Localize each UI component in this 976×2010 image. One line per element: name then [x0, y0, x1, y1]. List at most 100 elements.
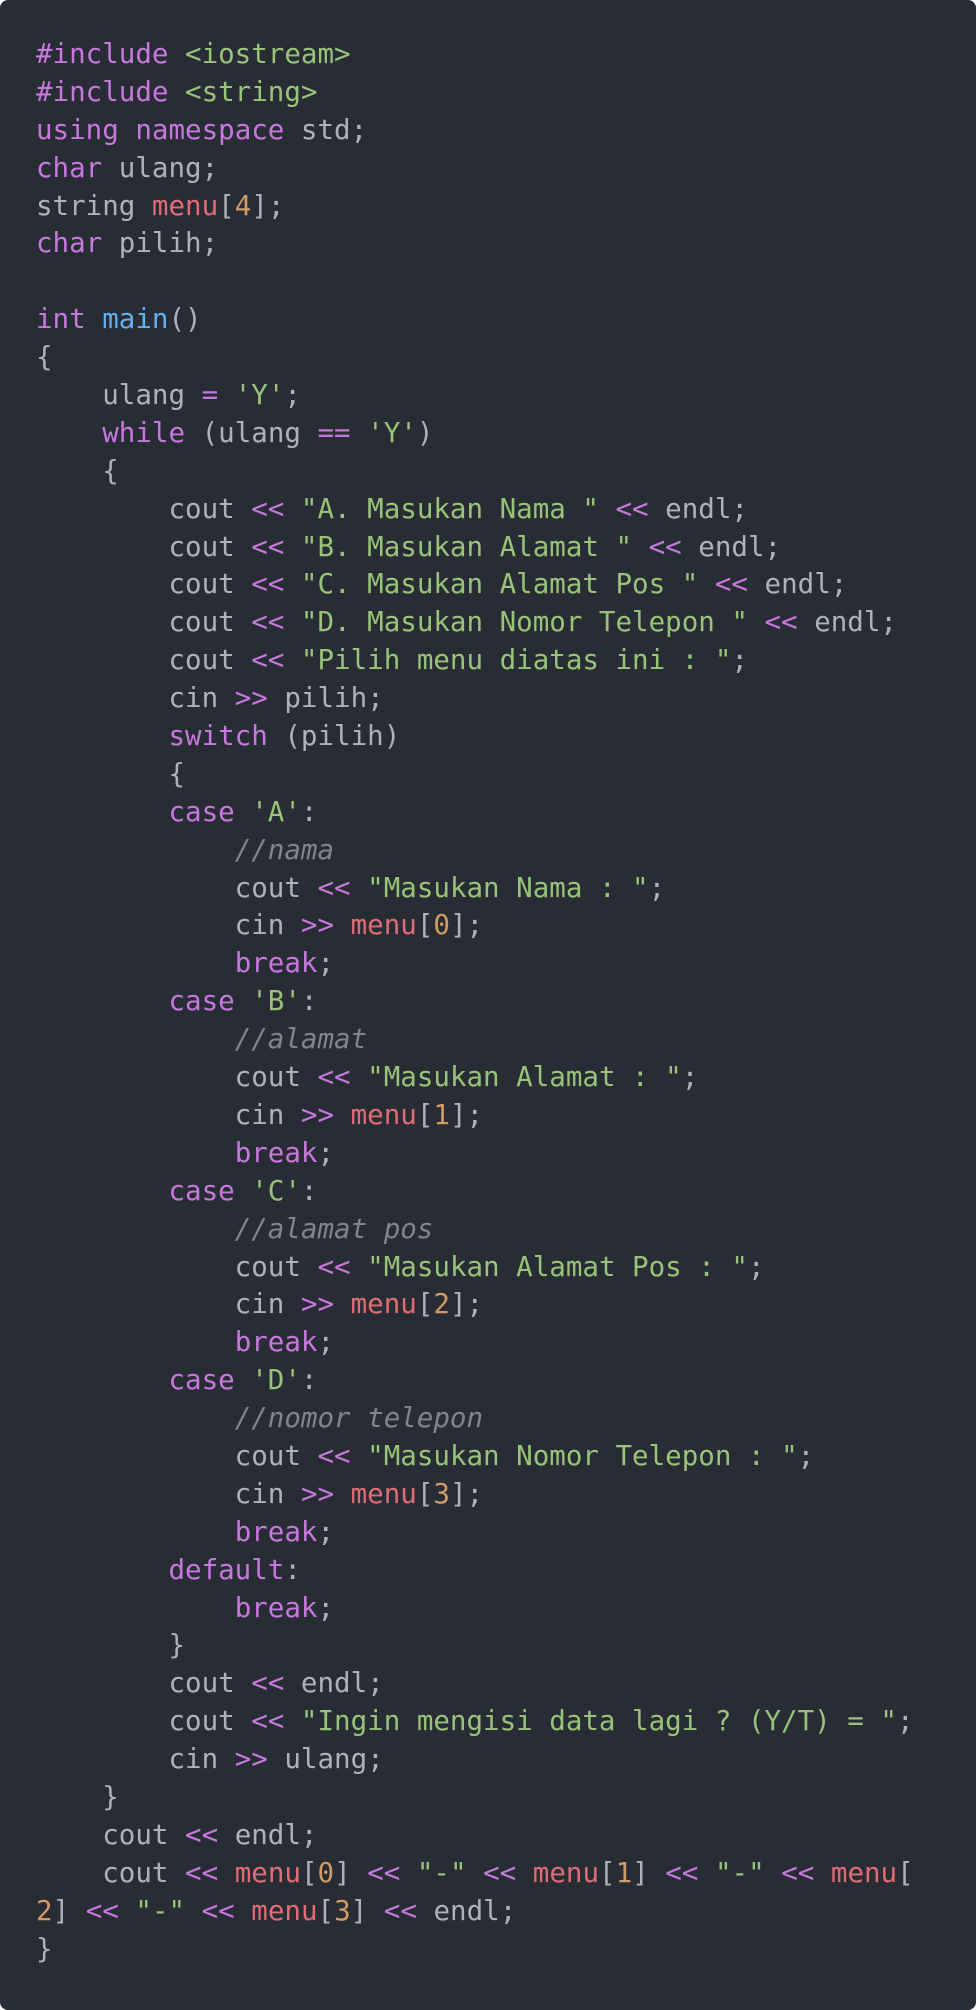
code-token: >>: [300, 1098, 335, 1131]
code-token: endl;: [797, 606, 897, 639]
code-line: while (ulang == 'Y'): [36, 415, 956, 453]
code-token: case: [168, 1364, 235, 1397]
code-token: cout: [36, 530, 252, 563]
code-token: ulang;: [267, 1743, 384, 1776]
code-token: [: [317, 1894, 335, 1927]
code-token: <<: [251, 568, 285, 601]
code-token: 3: [433, 1477, 450, 1510]
code-token: :: [300, 1174, 318, 1207]
code-token: "Ingin mengisi data lagi ? (Y/T) = ": [300, 1705, 897, 1738]
code-token: cout: [36, 1250, 318, 1283]
code-token: ;: [284, 379, 301, 412]
code-line: ulang = 'Y';: [36, 377, 956, 415]
code-line: cout << "A. Masukan Nama " << endl;: [36, 491, 956, 529]
code-token: 4: [234, 189, 252, 222]
code-token: (): [168, 303, 202, 336]
code-token: namespace: [135, 113, 285, 146]
code-token: ;: [317, 1136, 335, 1169]
code-token: "C. Masukan Alamat Pos ": [300, 568, 699, 601]
code-token: ];: [449, 1098, 484, 1131]
code-token: cin: [36, 1477, 301, 1510]
code-token: #include: [36, 75, 169, 108]
code-line: cout << "Masukan Alamat Pos : ";: [36, 1249, 956, 1287]
code-token: 'D': [251, 1364, 301, 1397]
code-token: 'A': [251, 795, 301, 828]
code-token: //nomor telepon: [234, 1402, 484, 1435]
code-token: <<: [251, 1705, 285, 1738]
code-token: cout: [36, 1818, 186, 1851]
code-line: switch (pilih): [36, 718, 956, 756]
code-token: ]: [52, 1894, 86, 1927]
code-token: //alamat: [234, 1023, 368, 1056]
code-token: >>: [300, 909, 335, 942]
code-line: //nomor telepon: [36, 1400, 956, 1438]
code-token: case: [168, 985, 235, 1018]
code-token: <<: [781, 1856, 815, 1889]
code-token: {: [36, 454, 119, 487]
code-token: 0: [317, 1856, 335, 1889]
code-token: cout: [36, 1061, 318, 1094]
code-line: cout << "Masukan Alamat : ";: [36, 1059, 956, 1097]
code-token: cout: [36, 1439, 318, 1472]
code-token: <<: [251, 644, 285, 677]
code-token: [: [218, 189, 235, 222]
code-token: :: [300, 1364, 318, 1397]
code-token: switch: [168, 720, 268, 753]
code-token: cout: [36, 1856, 186, 1889]
code-token: "Masukan Alamat Pos : ": [367, 1250, 748, 1283]
code-token: "B. Masukan Alamat ": [300, 530, 633, 563]
code-token: menu: [350, 909, 417, 942]
code-token: }: [36, 1629, 186, 1662]
code-line: cin >> menu[0];: [36, 907, 956, 945]
code-token: <<: [185, 1856, 219, 1889]
code-line: int main(): [36, 301, 956, 339]
code-editor-panel: #include <iostream> #include <string> usin…: [0, 0, 976, 2010]
code-token: <<: [201, 1894, 235, 1927]
code-token: ]: [632, 1856, 666, 1889]
code-token: {: [36, 757, 186, 790]
code-line: {: [36, 453, 956, 491]
code-token: endl;: [416, 1894, 517, 1927]
code-line: }: [36, 1779, 956, 1817]
code-token: menu: [151, 189, 219, 222]
code-line: {: [36, 756, 956, 794]
code-token: <<: [85, 1894, 119, 1927]
code-line: case 'A':: [36, 794, 956, 832]
code-token: ): [416, 416, 434, 449]
code-token: case: [168, 1174, 235, 1207]
code-token: endl;: [284, 1667, 384, 1700]
code-token: menu: [350, 1288, 417, 1321]
code-token: case: [168, 795, 235, 828]
code-token: <<: [251, 606, 285, 639]
code-line: cout << "Pilih menu diatas ini : ";: [36, 642, 956, 680]
code-token: //alamat pos: [234, 1212, 434, 1245]
code-token: >>: [234, 1743, 268, 1776]
code-token: }: [36, 1780, 119, 1813]
code-line: cin >> menu[1];: [36, 1097, 956, 1135]
code-line: case 'D':: [36, 1362, 956, 1400]
code-line: #include <iostream>: [36, 36, 956, 74]
code-token: {: [36, 341, 53, 374]
code-token: <<: [317, 1061, 351, 1094]
code-block[interactable]: #include <iostream> #include <string> usin…: [36, 36, 956, 1968]
code-token: [: [416, 1288, 434, 1321]
code-token: cout: [36, 492, 252, 525]
code-token: <<: [251, 492, 285, 525]
code-line: ​: [36, 263, 956, 301]
